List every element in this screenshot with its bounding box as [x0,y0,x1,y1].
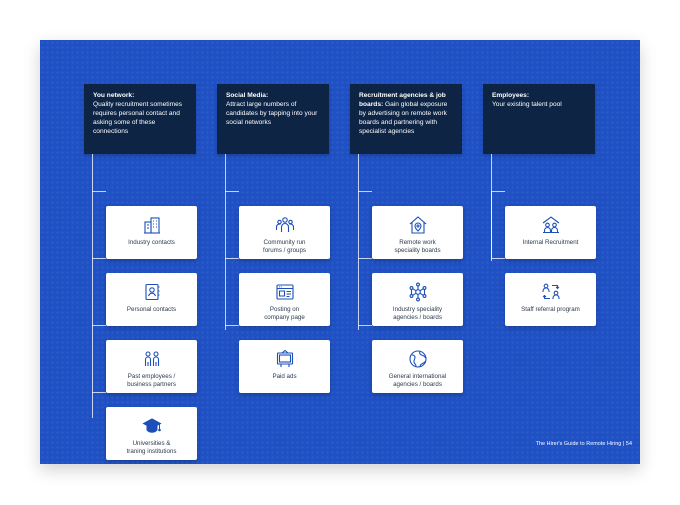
home-location-icon [408,215,428,235]
network-nodes-icon [408,282,428,302]
connector-line [358,154,359,330]
connector-branch [225,258,239,259]
channel-card-paid-ads: Paid ads [239,340,330,393]
channel-label: Paid ads [272,373,297,380]
channel-label: Industry contacts [128,239,175,246]
referral-exchange-icon [541,282,561,302]
column-title: Employees: [492,92,530,99]
channel-card-industry-contacts: Industry contacts [106,206,197,259]
column-header: Recruitment agencies & job boards: Gain … [350,84,462,154]
connector-line [491,191,492,258]
channel-label: Universities & traning institutions [126,440,177,456]
connector-branch [225,325,239,326]
channel-card-company-page: Posting on company page [239,273,330,326]
column-description: Attract large numbers of candidates by t… [226,100,318,126]
column-description: Your existing talent pool [492,100,562,108]
channel-label: Personal contacts [126,306,177,313]
page-footer: The Hirer's Guide to Remote Hiring | 54 [535,441,632,447]
channel-card-personal-contacts: Personal contacts [106,273,197,326]
channel-card-remote-boards: Remote work speciality boards [372,206,463,259]
channel-card-internal-recruitment: Internal Recruitment [505,206,596,259]
globe-icon [408,349,428,369]
connector-line [92,154,93,418]
team-building-icon [541,215,561,235]
connector-branch [92,191,106,192]
connector-branch [358,325,372,326]
channel-label: General international agencies / boards [388,373,447,389]
connector-branch [491,258,505,259]
channel-card-past-employees: Past employees / business partners [106,340,197,393]
connector-line [225,154,226,330]
connector-branch [491,191,505,192]
connector-branch [225,191,239,192]
column-description: Quality recruitment sometimes requires p… [93,100,183,135]
browser-page-icon [275,282,295,302]
connector-branch [358,258,372,259]
channel-label: Community run forums / groups [263,239,306,255]
channel-label: Posting on company page [264,306,305,322]
channel-label: Staff referral program [521,306,580,313]
billboard-icon [275,349,295,369]
channel-label: Internal Recruitment [522,239,579,246]
column-title: Social Media: [226,92,269,99]
connector-branch [358,191,372,192]
connector-branch [92,258,106,259]
connector-branch [92,325,106,326]
channel-card-universities: Universities & traning institutions [106,407,197,460]
channel-card-international-agencies: General international agencies / boards [372,340,463,393]
channel-label: Industry speciality agencies / boards [392,306,443,322]
graduation-cap-icon [141,416,162,436]
channel-card-community-forums: Community run forums / groups [239,206,330,259]
column-header: Social Media: Attract large numbers of c… [217,84,329,154]
column-header: Employees: Your existing talent pool [483,84,595,154]
contact-book-icon [142,282,162,302]
connector-branch [92,392,106,393]
column-title: Recruitment agencies & job boards: Gain … [359,92,454,136]
office-buildings-icon [142,215,162,235]
group-people-icon [275,215,295,235]
channel-card-staff-referral: Staff referral program [505,273,596,326]
column-title: You network: [93,92,135,99]
channel-label: Remote work speciality boards [394,239,441,255]
channel-label: Past employees / business partners [127,373,176,389]
guide-page: You network: Quality recruitment sometim… [40,40,640,464]
column-header: You network: Quality recruitment sometim… [84,84,196,154]
channel-card-industry-agencies: Industry speciality agencies / boards [372,273,463,326]
two-people-icon [142,349,162,369]
